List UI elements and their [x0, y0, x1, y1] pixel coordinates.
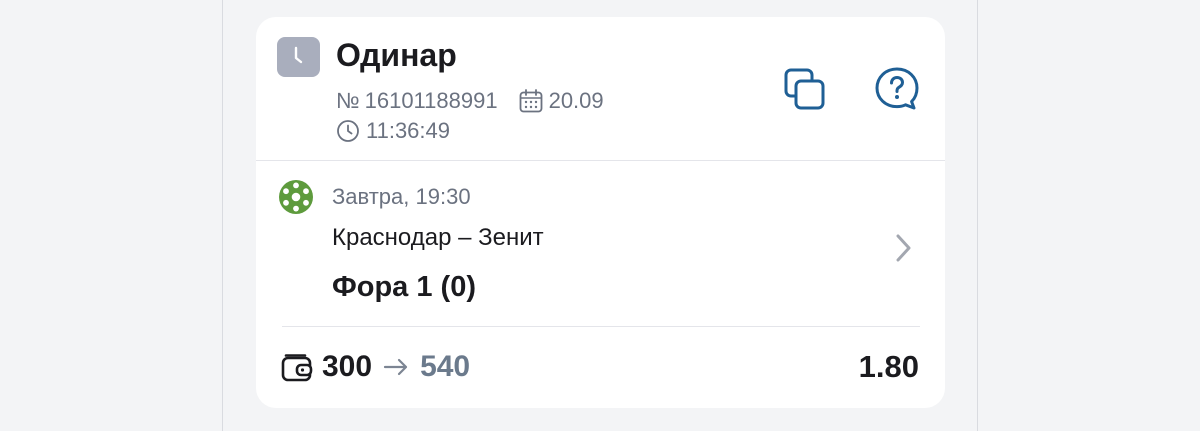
odds-value: 1.80 — [858, 349, 919, 384]
event-row[interactable]: Завтра, 19:30 Краснодар – Зенит Фора 1 (… — [256, 161, 945, 326]
event-start-time: Завтра, 19:30 — [332, 184, 471, 209]
bet-date: 20.09 — [548, 88, 604, 113]
bet-number-prefix: № — [336, 88, 360, 113]
bet-type-title: Одинар — [336, 37, 457, 73]
arrow-right-icon — [383, 358, 408, 376]
bet-date-group: 20.09 — [518, 87, 604, 115]
bet-number: 16101188991 — [364, 88, 498, 113]
match-name: Краснодар – Зенит — [332, 224, 544, 251]
footer-divider — [282, 326, 920, 327]
clock-icon — [277, 37, 320, 77]
help-button[interactable] — [872, 64, 922, 114]
payout-amount: 540 — [420, 350, 471, 383]
stake-amount: 300 — [322, 350, 373, 383]
page: Одинар № 16101188991 20.09 11:36:49 Завт… — [0, 0, 1200, 431]
chevron-right-icon — [896, 234, 911, 262]
bet-meta-line: № 16101188991 20.09 — [336, 87, 604, 115]
bet-market: Фора 1 (0) — [332, 271, 476, 303]
bet-amounts: 300 540 — [280, 347, 470, 387]
help-chat-icon — [875, 67, 919, 110]
bet-time: 11:36:49 — [366, 118, 451, 143]
wallet-icon — [281, 354, 313, 382]
bet-card: Одинар № 16101188991 20.09 11:36:49 Завт… — [256, 17, 945, 408]
bet-time-group: 11:36:49 — [336, 117, 450, 145]
copy-button[interactable] — [780, 64, 830, 114]
bet-time-line: 11:36:49 — [336, 117, 450, 145]
calendar-icon — [519, 89, 542, 113]
soccer-ball-icon — [279, 180, 313, 214]
time-clock-icon — [337, 120, 359, 142]
copy-icon — [784, 68, 825, 110]
